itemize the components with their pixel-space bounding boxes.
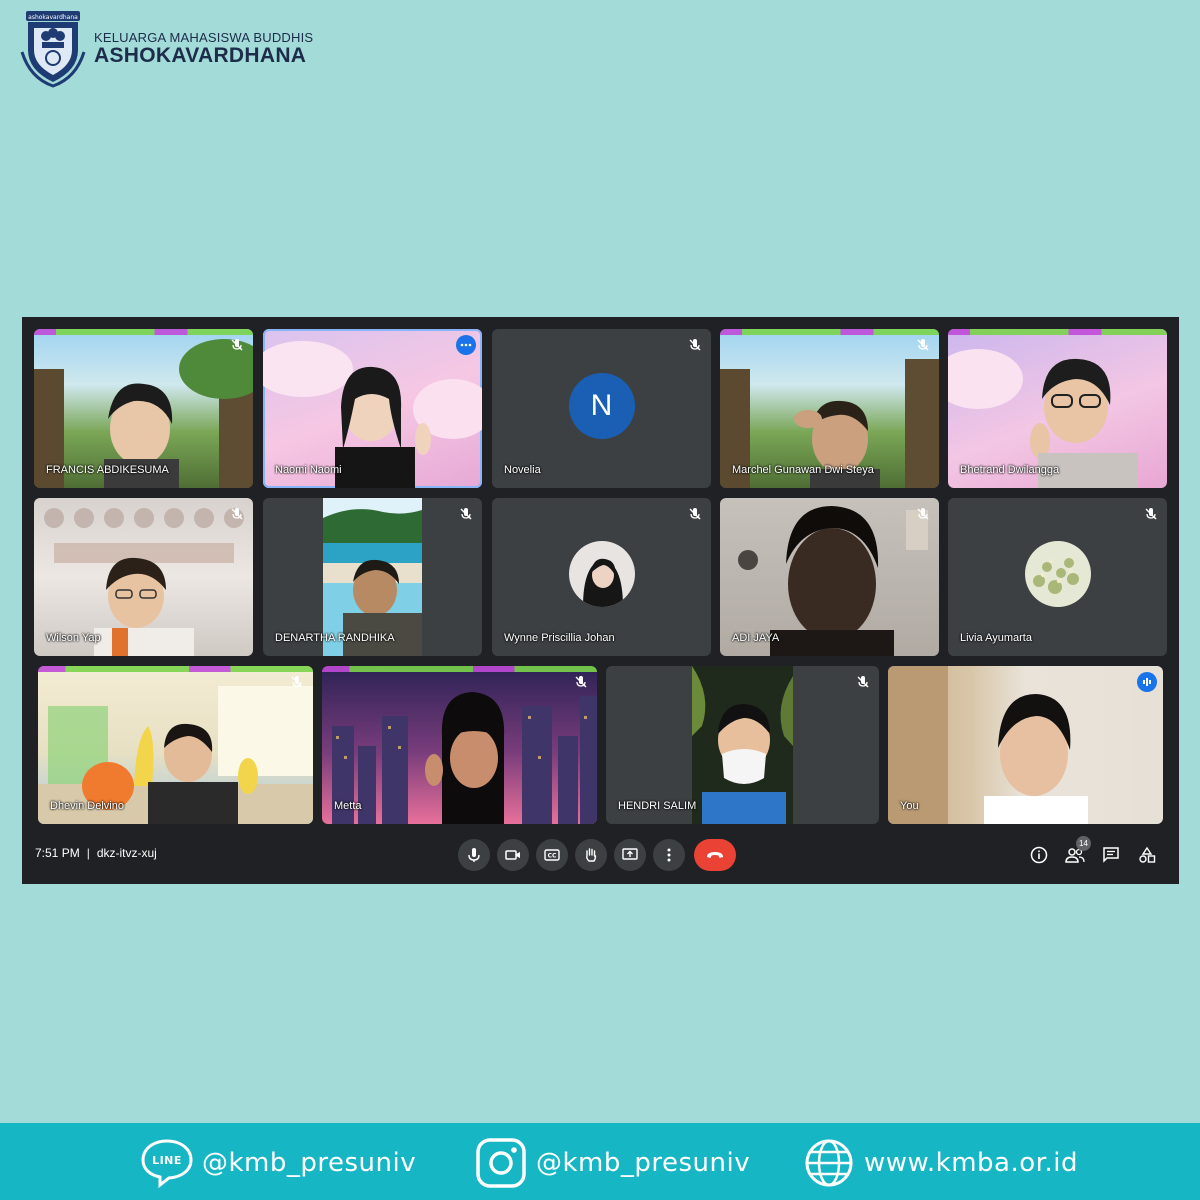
meeting-controls-bar: 7:51 PM | dkz-itvz-xuj CC 14 xyxy=(22,833,1179,875)
more-options-button[interactable] xyxy=(653,839,685,871)
mic-muted-icon xyxy=(460,508,472,520)
more-options-icon xyxy=(667,848,671,862)
instagram-account[interactable]: @kmb_presuniv xyxy=(474,1137,750,1189)
mic-muted-icon xyxy=(917,339,929,351)
brand-logo: ashokavardhana KELUARGA MAHASISWA BUDDHI… xyxy=(20,8,313,90)
mic-muted-icon xyxy=(231,339,243,351)
captions-button[interactable]: CC xyxy=(536,839,568,871)
end-call-icon xyxy=(707,852,723,858)
social-footer: LINE @kmb_presuniv @kmb_presuniv www.kmb… xyxy=(0,1123,1200,1200)
participant-tile[interactable]: DENARTHA RANDHIKA xyxy=(263,498,482,656)
speaking-indicator-icon xyxy=(1137,672,1157,692)
participant-initial: N xyxy=(568,372,635,439)
globe-icon xyxy=(805,1139,853,1187)
website-url: www.kmba.or.id xyxy=(864,1148,1078,1178)
instagram-icon xyxy=(476,1138,526,1188)
participant-tile[interactable]: Bhetrand Dwilangga xyxy=(948,329,1167,488)
participant-tile[interactable]: Marchel Gunawan Dwi Steya xyxy=(720,329,939,488)
participant-name: ADI JAYA xyxy=(732,632,780,644)
participant-name: Wynne Priscillia Johan xyxy=(504,632,615,644)
participant-tile[interactable]: Metta xyxy=(322,666,597,824)
svg-text:ashokavardhana: ashokavardhana xyxy=(28,14,78,21)
participant-tile[interactable]: ADI JAYA xyxy=(720,498,939,656)
raise-hand-button[interactable] xyxy=(575,839,607,871)
brand-title: ASHOKAVARDHANA xyxy=(94,43,307,67)
participant-tile[interactable]: Livia Ayumarta xyxy=(948,498,1167,656)
end-call-button[interactable] xyxy=(694,839,736,871)
participant-tile[interactable]: N Novelia xyxy=(492,329,711,488)
meeting-details-button[interactable] xyxy=(1029,845,1049,865)
present-icon xyxy=(622,848,638,860)
line-handle: @kmb_presuniv xyxy=(202,1148,417,1178)
participant-tile[interactable]: Wilson Yap xyxy=(34,498,253,656)
mic-muted-icon xyxy=(689,508,701,520)
line-icon: LINE xyxy=(141,1139,193,1189)
chat-button[interactable] xyxy=(1101,845,1121,865)
participant-name: DENARTHA RANDHIKA xyxy=(275,632,395,644)
separator: | xyxy=(86,846,90,860)
captions-icon: CC xyxy=(544,849,560,861)
instagram-handle: @kmb_presuniv xyxy=(536,1148,751,1178)
participant-avatar xyxy=(1024,541,1091,607)
mic-muted-icon xyxy=(291,676,303,688)
meeting-info: 7:51 PM | dkz-itvz-xuj xyxy=(35,846,157,860)
people-button[interactable]: 14 xyxy=(1065,836,1091,865)
line-logo-text: LINE xyxy=(152,1154,182,1167)
more-options-icon[interactable] xyxy=(456,335,476,355)
participant-name: HENDRI SALIM xyxy=(618,800,697,812)
mic-muted-icon xyxy=(689,339,701,351)
svg-text:CC: CC xyxy=(548,853,557,860)
participant-tile[interactable]: FRANCIS ABDIKESUMA xyxy=(34,329,253,488)
participant-tile[interactable]: Wynne Priscillia Johan xyxy=(492,498,711,656)
participant-name: Naomi Naomi xyxy=(275,464,342,476)
info-icon xyxy=(1030,846,1048,864)
website-link[interactable]: www.kmba.or.id xyxy=(802,1137,1078,1189)
participant-name: Marchel Gunawan Dwi Steya xyxy=(732,464,874,476)
current-time: 7:51 PM xyxy=(35,846,80,860)
mic-muted-icon xyxy=(231,508,243,520)
meeting-code: dkz-itvz-xuj xyxy=(96,846,157,860)
participant-video xyxy=(692,666,793,824)
participant-name: You xyxy=(900,800,919,812)
meet-window: FRANCIS ABDIKESUMA Naomi Naomi N Novelia… xyxy=(22,317,1179,884)
mic-muted-icon xyxy=(1145,508,1157,520)
ashokavardhana-emblem-icon: ashokavardhana xyxy=(20,11,86,88)
people-count-badge: 14 xyxy=(1076,836,1091,851)
participant-name: FRANCIS ABDIKESUMA xyxy=(46,464,169,476)
brand-subtitle: KELUARGA MAHASISWA BUDDHIS xyxy=(94,30,314,46)
participant-name: Metta xyxy=(334,800,362,812)
participant-video xyxy=(888,666,1088,824)
participant-name: Dhevin Delvino xyxy=(50,800,124,812)
camera-button[interactable] xyxy=(497,839,529,871)
mic-muted-icon xyxy=(857,676,869,688)
participant-name: Novelia xyxy=(504,464,541,476)
raise-hand-icon xyxy=(586,848,597,862)
chat-icon xyxy=(1103,847,1119,863)
participant-tile[interactable]: Dhevin Delvino xyxy=(38,666,313,824)
participant-avatar xyxy=(568,541,635,607)
activities-button[interactable] xyxy=(1137,845,1157,865)
activities-icon xyxy=(1139,846,1156,863)
mic-button[interactable] xyxy=(458,839,490,871)
present-button[interactable] xyxy=(614,839,646,871)
line-account[interactable]: LINE @kmb_presuniv xyxy=(140,1137,416,1189)
participant-name: Bhetrand Dwilangga xyxy=(960,464,1060,476)
camera-icon xyxy=(505,850,520,860)
participant-name: Wilson Yap xyxy=(46,632,101,644)
participant-tile[interactable]: You xyxy=(888,666,1163,824)
mic-muted-icon xyxy=(917,508,929,520)
participant-video xyxy=(332,692,597,824)
mic-icon xyxy=(468,848,480,862)
participant-tile[interactable]: Naomi Naomi xyxy=(263,329,482,488)
participant-tile[interactable]: HENDRI SALIM xyxy=(606,666,879,824)
participant-name: Livia Ayumarta xyxy=(960,632,1032,644)
mic-muted-icon xyxy=(575,676,587,688)
